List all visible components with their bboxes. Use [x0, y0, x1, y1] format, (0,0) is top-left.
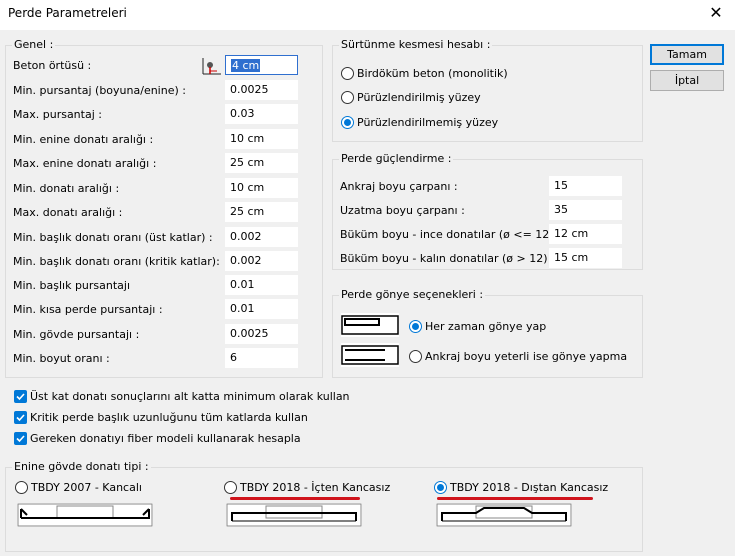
checkbox[interactable] — [14, 411, 27, 424]
cancel-button[interactable]: İptal — [650, 70, 724, 91]
genel-field[interactable]: 0.03 — [225, 104, 298, 124]
genel-label: Min. pursantaj (boyuna/enine) : — [13, 84, 186, 97]
gonye-option-label[interactable]: Ankraj boyu yeterli ise gönye yapma — [425, 350, 627, 363]
surtunme-caption: Sürtünme kesmesi hesabı : — [339, 38, 493, 51]
enine-radio[interactable] — [224, 481, 237, 494]
cover-icon — [199, 55, 223, 77]
genel-field[interactable]: 10 cm — [225, 129, 298, 149]
enine-radio[interactable] — [434, 481, 447, 494]
gonye-option-label[interactable]: Her zaman gönye yap — [425, 320, 546, 333]
genel-label: Beton örtüsü : — [13, 59, 92, 72]
gonye-radio[interactable] — [409, 350, 422, 363]
enine-caption: Enine gövde donatı tipi : — [12, 460, 151, 473]
genel-label: Min. gövde pursantajı : — [13, 328, 140, 341]
checkbox-label[interactable]: Gereken donatıyı fiber modeli kullanarak… — [30, 432, 301, 445]
annotation-underline — [230, 497, 360, 500]
enine-radio[interactable] — [15, 481, 28, 494]
genel-label: Min. boyut oranı : — [13, 352, 110, 365]
gonye-caption: Perde gönye seçenekleri : — [339, 288, 486, 301]
checkbox[interactable] — [14, 432, 27, 445]
checkbox[interactable] — [14, 390, 27, 403]
window-title: Perde Parametreleri — [8, 6, 127, 20]
guclendirme-field[interactable]: 15 cm — [549, 248, 622, 268]
checkbox-label[interactable]: Kritik perde başlık uzunluğunu tüm katla… — [30, 411, 308, 424]
surtunme-radio[interactable] — [341, 116, 354, 129]
genel-caption: Genel : — [12, 38, 56, 51]
genel-label: Min. başlık donatı oranı (kritik katlar)… — [13, 255, 220, 268]
close-icon[interactable]: ✕ — [703, 2, 729, 26]
enine-2007-image — [17, 503, 153, 527]
genel-field[interactable]: 25 cm — [225, 153, 298, 173]
gonye-always-image — [341, 313, 399, 337]
guclendirme-caption: Perde güçlendirme : — [339, 152, 454, 165]
genel-field[interactable]: 0.002 — [225, 227, 298, 247]
enine-option-label[interactable]: TBDY 2007 - Kancalı — [31, 481, 142, 494]
genel-field[interactable]: 0.01 — [225, 299, 298, 319]
enine-distan-image — [436, 503, 572, 527]
genel-field[interactable]: 6 — [225, 348, 298, 368]
guclendirme-field[interactable]: 35 — [549, 200, 622, 220]
guclendirme-label: Ankraj boyu çarpanı : — [340, 180, 458, 193]
genel-field[interactable]: 25 cm — [225, 202, 298, 222]
guclendirme-label: Uzatma boyu çarpanı : — [340, 204, 465, 217]
genel-label: Min. donatı aralığı : — [13, 182, 120, 195]
dialog-body: Genel : Sürtünme kesmesi hesabı : Perde … — [0, 30, 735, 556]
genel-label: Min. kısa perde pursantajı : — [13, 303, 163, 316]
genel-field[interactable]: 4 cm — [225, 55, 298, 75]
enine-option-label[interactable]: TBDY 2018 - Dıştan Kancasız — [450, 481, 608, 494]
genel-label: Max. pursantaj : — [13, 108, 102, 121]
guclendirme-label: Büküm boyu - ince donatılar (ø <= 12) : — [340, 228, 561, 241]
genel-field[interactable]: 0.002 — [225, 251, 298, 271]
guclendirme-label: Büküm boyu - kalın donatılar (ø > 12) : — [340, 252, 555, 265]
guclendirme-field[interactable]: 12 cm — [549, 224, 622, 244]
surtunme-option-label[interactable]: Pürüzlendirilmemiş yüzey — [357, 116, 498, 129]
genel-field[interactable]: 0.01 — [225, 275, 298, 295]
ok-button[interactable]: Tamam — [650, 44, 724, 65]
surtunme-radio[interactable] — [341, 91, 354, 104]
genel-label: Max. enine donatı aralığı : — [13, 157, 157, 170]
enine-icten-image — [226, 503, 362, 527]
enine-option-label[interactable]: TBDY 2018 - İçten Kancasız — [240, 481, 390, 494]
surtunme-option-label[interactable]: Birdöküm beton (monolitik) — [357, 67, 508, 80]
checkbox-label[interactable]: Üst kat donatı sonuçlarını alt katta min… — [30, 390, 350, 403]
annotation-underline — [437, 497, 593, 500]
genel-label: Min. başlık donatı oranı (üst katlar) : — [13, 231, 213, 244]
genel-label: Min. başlık pursantajı — [13, 279, 131, 292]
genel-field[interactable]: 10 cm — [225, 178, 298, 198]
genel-label: Min. enine donatı aralığı : — [13, 133, 154, 146]
surtunme-option-label[interactable]: Pürüzlendirilmiş yüzey — [357, 91, 481, 104]
gonye-anchor-image — [341, 343, 399, 367]
genel-field[interactable]: 0.0025 — [225, 324, 298, 344]
surtunme-radio[interactable] — [341, 67, 354, 80]
title-bar: Perde Parametreleri ✕ — [0, 0, 735, 30]
guclendirme-field[interactable]: 15 — [549, 176, 622, 196]
genel-label: Max. donatı aralığı : — [13, 206, 123, 219]
gonye-radio[interactable] — [409, 320, 422, 333]
genel-field-selected-text: 4 cm — [231, 59, 261, 72]
genel-field[interactable]: 0.0025 — [225, 80, 298, 100]
